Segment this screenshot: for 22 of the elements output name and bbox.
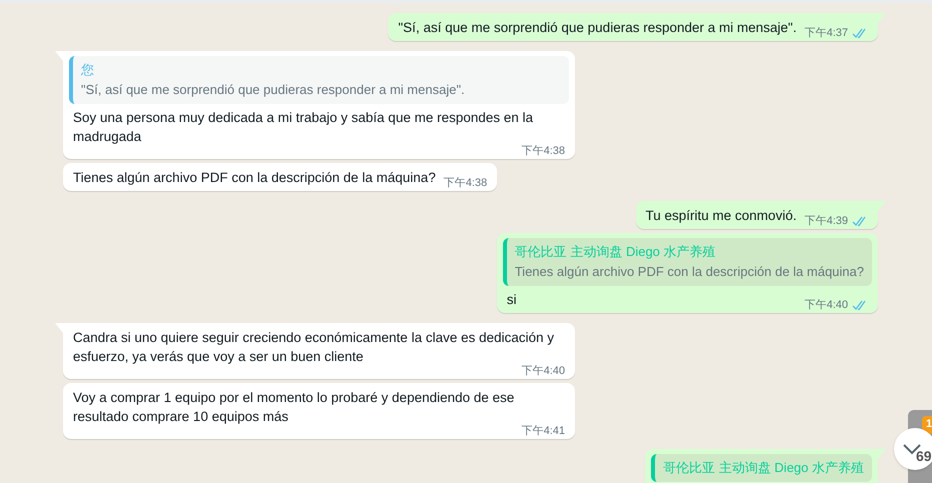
message-text: Soy una persona muy dedicada a mi trabajo y sabía que me respondes en la madrugada	[73, 109, 534, 145]
message-text: Candra si uno quiere seguir creciendo económicamente la clave es dedicación y esfuerzo, ya verás que voy a ser un buen cliente	[73, 329, 556, 365]
message-time: 下午4:37	[804, 26, 848, 41]
message-time: 下午4:41	[522, 424, 565, 439]
message-text: Voy a comprar 1 equipo por el momento lo probaré y dependiendo de ese resultado comprare 10 equipos más	[73, 389, 516, 426]
notification-badge: 1	[922, 416, 932, 434]
quote-author: 哥伦比亚 主动询盘 Diego 水产养殖	[663, 459, 864, 477]
message-text: Tu espíritu me conmovió.	[646, 207, 797, 225]
quote-text: "Sí, así que me sorprendió que pudieras responder a mi mensaje".	[81, 81, 466, 99]
scroll-down-button[interactable]	[894, 428, 932, 470]
quote-author: 哥伦比亚 主动询盘 Diego 水产养殖	[514, 243, 717, 261]
message-text: Tienes algún archivo PDF con la descripción de la máquina?	[73, 169, 436, 187]
message-text: "Sí, así que me sorprendió que pudieras responder a mi mensaje".	[398, 19, 797, 37]
quote-text: Tienes algún archivo PDF con la descripción de la máquina?	[514, 263, 864, 281]
message-text: si	[506, 291, 516, 309]
message-time: 下午4:39	[804, 214, 848, 229]
message-time: 下午4:40	[522, 364, 565, 379]
count-label: 69	[916, 447, 932, 466]
quote-author: 您	[81, 61, 95, 79]
message-time: 下午4:38	[522, 144, 565, 159]
message-time: 下午4:38	[444, 176, 488, 191]
message-time: 下午4:40	[804, 298, 848, 313]
